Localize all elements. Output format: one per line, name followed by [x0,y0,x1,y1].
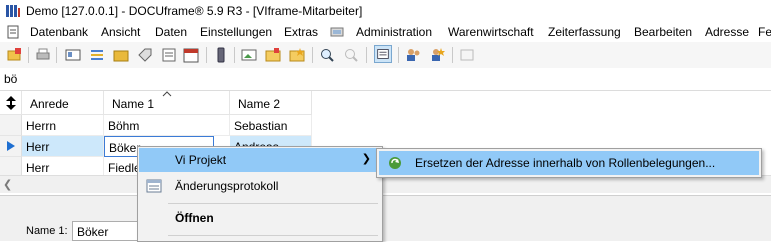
folder-open-icon[interactable] [264,46,282,64]
row-selector[interactable] [0,136,22,157]
menu-bar: Datenbank Ansicht Daten Einstellungen Ex… [0,22,771,42]
cell-name1[interactable]: Böhm [104,115,230,136]
folder-new-icon[interactable] [6,46,24,64]
menu-zeiterfassung[interactable]: Zeiterfassung [548,25,621,39]
detail-pane: Name 1: Böker [0,195,771,241]
users-icon[interactable] [404,46,422,64]
admin-icon [330,27,344,37]
menu-fe[interactable]: Fe [758,25,771,39]
context-item-oeffnen[interactable]: Öffnen [139,206,379,230]
context-item-vi-projekt[interactable]: Vi Projekt ❯ [139,148,379,172]
menu-administration[interactable]: Administration [356,25,432,39]
address-card-icon[interactable] [64,46,82,64]
menu-warenwirtschaft[interactable]: Warenwirtschaft [448,25,534,39]
window-title: Demo [127.0.0.1] - DOCUframe® 5.9 R3 - [… [26,4,363,18]
context-separator [168,235,378,236]
context-separator [168,203,378,204]
context-menu: Vi Projekt ❯ Änderungsprotokoll Öffnen [137,146,383,242]
replace-address-icon [389,157,401,169]
search-bar[interactable]: bö [0,68,771,91]
folder-icon[interactable] [112,46,130,64]
menu-datenbank[interactable]: Datenbank [30,25,88,39]
form-view-icon[interactable] [374,45,392,63]
current-row-icon [7,141,15,151]
submenu: Ersetzen der Adresse innerhalb von Rolle… [376,148,762,178]
submenu-item-ersetzen-adresse[interactable]: Ersetzen der Adresse innerhalb von Rolle… [379,151,759,175]
search-icon[interactable] [318,46,336,64]
list-icon[interactable] [88,46,106,64]
toolbar [0,42,771,69]
title-bar: Demo [127.0.0.1] - DOCUframe® 5.9 R3 - [… [0,0,771,22]
sort-arrows-icon [6,96,16,110]
name1-label: Name 1: [26,225,68,237]
search-disabled-icon[interactable] [342,46,360,64]
sort-ascending-icon [162,91,172,97]
cell-name2[interactable]: Sebastian [230,115,312,136]
row-header-corner[interactable] [0,91,22,115]
menu-extras[interactable]: Extras [284,25,318,39]
scroll-left-icon[interactable]: ❮ [3,178,12,191]
calendar-icon[interactable] [182,46,200,64]
user-add-icon[interactable] [428,46,446,64]
window-disabled-icon[interactable] [458,46,476,64]
row-selector[interactable] [0,115,22,136]
menu-einstellungen[interactable]: Einstellungen [200,25,272,39]
app-icon [6,5,20,17]
menu-doc-icon[interactable] [6,25,20,39]
column-header-name1[interactable]: Name 1 [104,91,230,115]
phone-icon[interactable] [212,46,230,64]
context-item-aenderungsprotokoll[interactable]: Änderungsprotokoll [139,174,379,198]
print-icon[interactable] [34,46,52,64]
tag-icon[interactable] [136,46,154,64]
image-icon[interactable] [240,46,258,64]
folder-star-icon[interactable] [288,46,306,64]
menu-daten[interactable]: Daten [155,25,187,39]
menu-bearbeiten[interactable]: Bearbeiten [634,25,692,39]
cell-anrede[interactable]: Herrn [22,115,104,136]
note-icon[interactable] [160,46,178,64]
column-header-anrede[interactable]: Anrede [22,91,104,115]
menu-ansicht[interactable]: Ansicht [101,25,140,39]
search-input[interactable]: bö [4,72,17,86]
menu-adresse[interactable]: Adresse [705,25,749,39]
cell-anrede[interactable]: Herr [22,136,104,157]
column-header-name2[interactable]: Name 2 [230,91,312,115]
submenu-arrow-icon: ❯ [361,153,371,165]
protocol-icon [146,179,162,193]
